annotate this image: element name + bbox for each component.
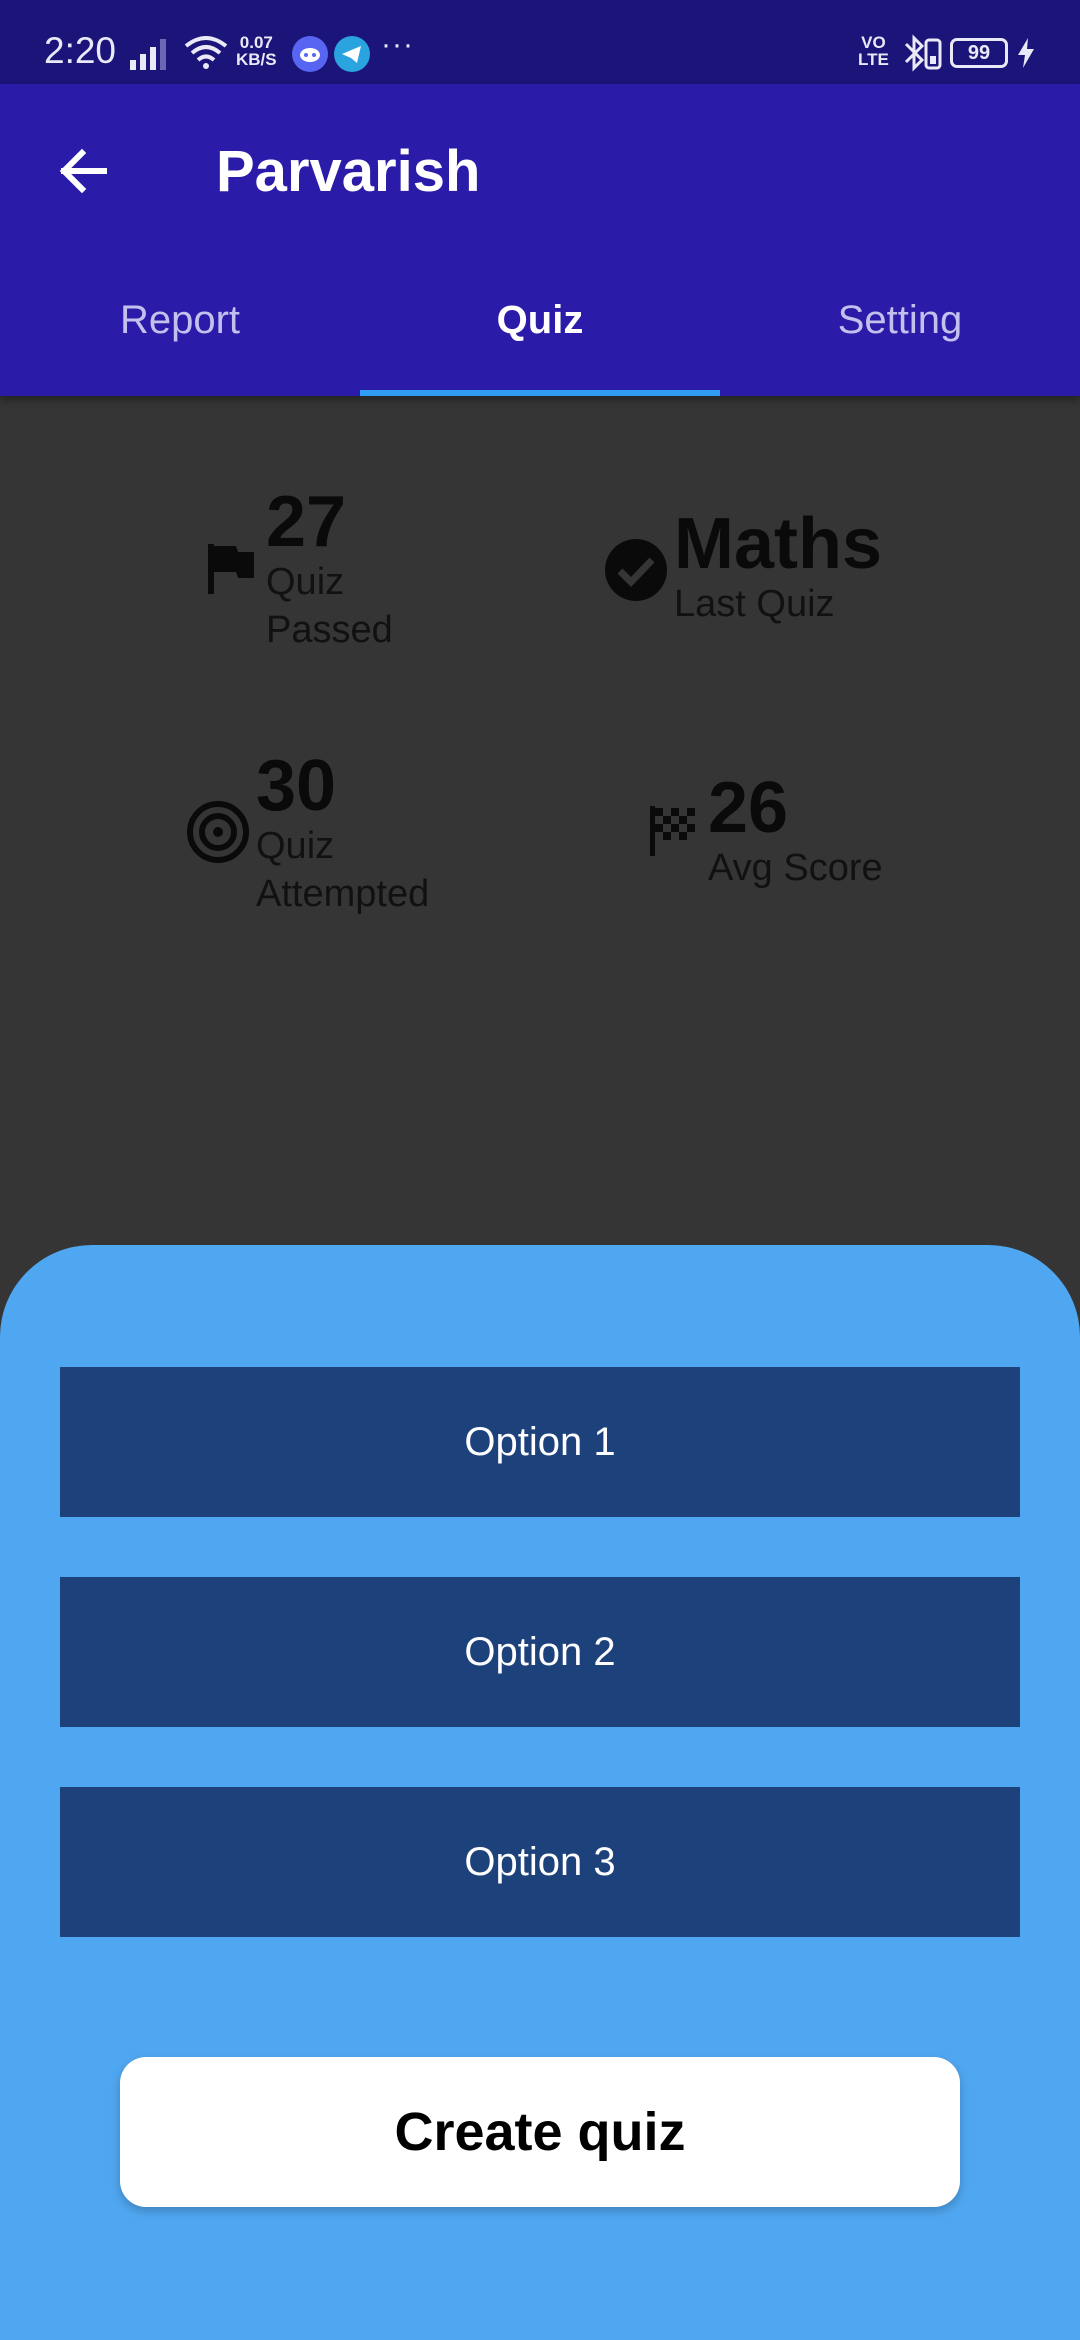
app-title: Parvarish xyxy=(216,139,481,204)
target-icon xyxy=(187,801,249,863)
stat-quiz-passed: 27 Quiz Passed xyxy=(266,486,393,654)
stat-last-quiz: Maths Last Quiz xyxy=(674,508,882,628)
option-1-button[interactable]: Option 1 xyxy=(60,1367,1020,1517)
discord-icon xyxy=(292,36,328,72)
volte-indicator: VO LTE xyxy=(858,33,889,69)
option-3-button[interactable]: Option 3 xyxy=(60,1787,1020,1937)
checkered-flag-icon xyxy=(650,806,695,856)
stat-quiz-attempted: 30 Quiz Attempted xyxy=(256,750,429,918)
tab-report[interactable]: Report xyxy=(0,284,360,396)
avg-score-value: 26 xyxy=(708,768,789,848)
quiz-attempted-label-1: Quiz xyxy=(256,825,335,867)
telegram-icon xyxy=(334,36,370,72)
option-2-button[interactable]: Option 2 xyxy=(60,1577,1020,1727)
create-quiz-button[interactable]: Create quiz xyxy=(120,2057,960,2207)
bluetooth-icon xyxy=(904,34,942,72)
quiz-passed-value: 27 xyxy=(266,482,347,562)
tab-setting[interactable]: Setting xyxy=(720,284,1080,396)
quiz-passed-label-2: Passed xyxy=(266,609,393,651)
back-arrow-icon[interactable] xyxy=(50,136,120,206)
last-quiz-value: Maths xyxy=(674,504,883,584)
quiz-passed-label-1: Quiz xyxy=(266,561,345,603)
tab-report-label: Report xyxy=(119,298,241,342)
stat-avg-score: 26 Avg Score xyxy=(708,772,883,892)
active-tab-indicator xyxy=(360,390,720,396)
status-bar: 2:20 0.07 KB/S ··· VO LTE 99 xyxy=(0,0,1080,84)
status-time: 2:20 xyxy=(44,30,117,71)
network-speed: 0.07 KB/S xyxy=(236,33,277,69)
flag-icon xyxy=(208,544,254,594)
quiz-attempted-label-2: Attempted xyxy=(256,873,430,915)
tab-quiz-label: Quiz xyxy=(496,298,584,342)
last-quiz-label: Last Quiz xyxy=(674,583,835,625)
tab-setting-label: Setting xyxy=(837,298,963,342)
quiz-attempted-value: 30 xyxy=(256,746,337,826)
wifi-icon xyxy=(184,36,228,69)
charging-icon xyxy=(1018,38,1034,68)
tab-quiz[interactable]: Quiz xyxy=(360,284,720,396)
more-notifications-icon: ··· xyxy=(381,28,414,61)
check-circle-icon xyxy=(605,539,667,601)
avg-score-label: Avg Score xyxy=(708,847,883,889)
battery-icon: 99 xyxy=(950,38,1008,68)
signal-icon xyxy=(130,39,166,70)
bottom-sheet: Option 1 Option 2 Option 3 Create quiz xyxy=(0,1245,1080,2340)
